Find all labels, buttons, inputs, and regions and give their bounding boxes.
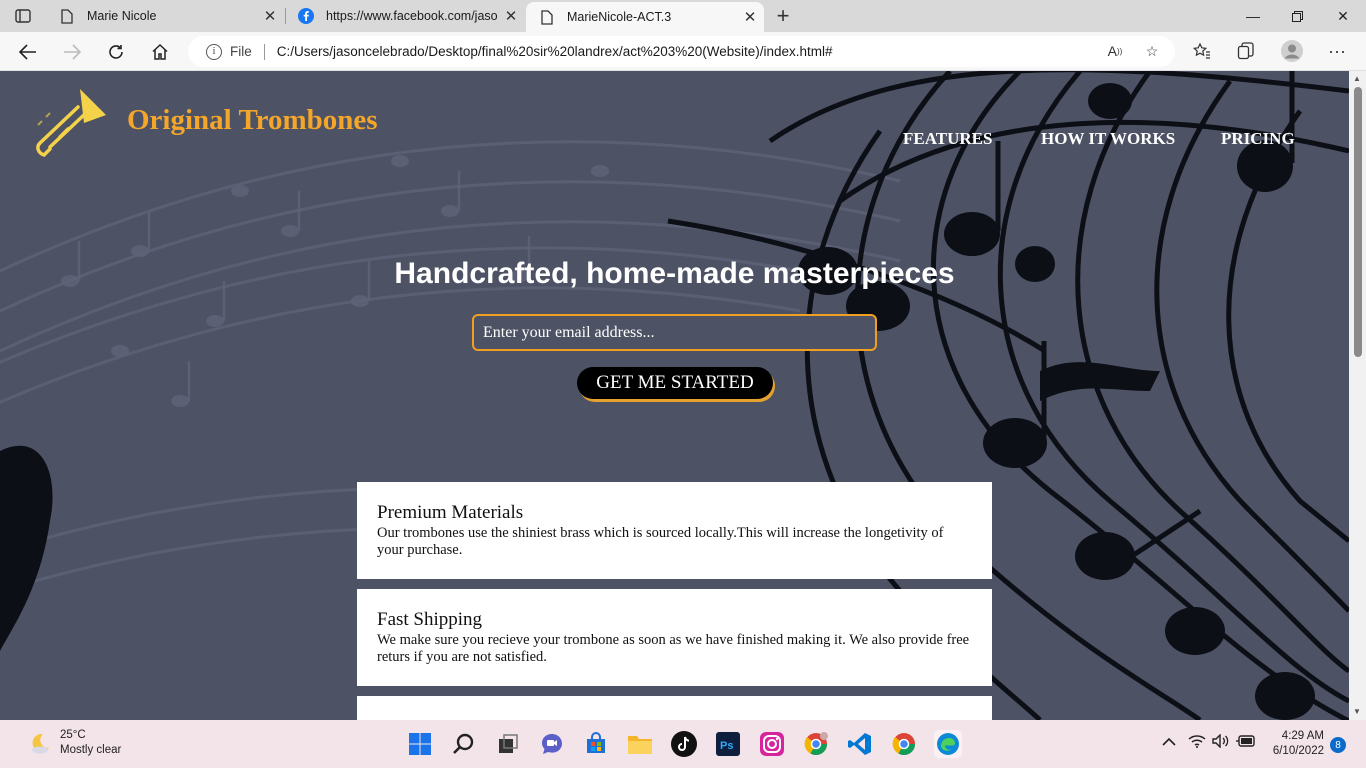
clock-date: 6/10/2022 [1272, 745, 1324, 757]
new-tab-button[interactable]: + [770, 3, 796, 29]
close-tab-icon[interactable]: ✕ [736, 3, 764, 31]
profile-avatar-icon[interactable] [1277, 36, 1307, 66]
volume-icon[interactable] [1212, 733, 1230, 751]
back-icon[interactable] [12, 36, 44, 68]
tab-strip: Marie Nicole ✕ https://www.facebook.com/… [0, 0, 1366, 32]
wifi-icon[interactable] [1188, 734, 1206, 751]
svg-text:Ps: Ps [720, 740, 733, 752]
close-tab-icon[interactable]: ✕ [256, 2, 284, 30]
collections-icon[interactable] [1231, 36, 1261, 66]
tab-marienicole-act3[interactable]: MarieNicole-ACT.3 ✕ [526, 2, 764, 32]
info-icon[interactable]: i [206, 43, 222, 60]
feature-card-fast-shipping: Fast Shipping We make sure you recieve y… [357, 589, 992, 686]
trombone-logo-icon [36, 89, 106, 158]
restore-button[interactable] [1274, 0, 1320, 32]
notification-badge[interactable]: 8 [1330, 737, 1346, 753]
feature-text: Our trombones use the shiniest brass whi… [377, 525, 944, 558]
webpage: Original Trombones FEATURES HOW IT WORKS… [0, 71, 1349, 720]
clock[interactable]: 4:29 AM 6/10/2022 [1262, 729, 1324, 759]
divider [263, 43, 265, 60]
windows-start-icon[interactable] [406, 730, 434, 758]
facebook-icon [298, 8, 314, 24]
chrome-icon[interactable] [890, 730, 918, 758]
tab-actions-icon[interactable] [10, 6, 36, 26]
page-icon [59, 8, 75, 24]
edge-icon[interactable] [934, 730, 962, 758]
tiktok-icon[interactable] [670, 730, 698, 758]
forward-icon[interactable] [56, 36, 88, 68]
refresh-icon[interactable] [100, 36, 132, 68]
feature-text: We make sure you recieve your trombone a… [377, 632, 970, 665]
show-hidden-icons-icon[interactable] [1162, 734, 1176, 750]
microsoft-store-icon[interactable] [582, 730, 610, 758]
scrollbar-thumb[interactable] [1354, 87, 1362, 357]
chat-icon[interactable] [538, 730, 566, 758]
tab-title: Marie Nicole [87, 9, 157, 23]
weather-widget[interactable]: 25°C Mostly clear [28, 728, 121, 758]
more-options-icon[interactable]: ··· [1322, 36, 1352, 66]
moon-weather-icon [32, 733, 49, 754]
tab-marie-nicole[interactable]: Marie Nicole ✕ [46, 0, 284, 32]
url-text[interactable]: C:/Users/jasoncelebrado/Desktop/final%20… [277, 44, 833, 59]
weather-temperature: 25°C [60, 729, 86, 741]
file-label: File [230, 44, 252, 59]
photoshop-icon[interactable]: Ps [714, 730, 742, 758]
close-tab-icon[interactable]: ✕ [497, 2, 525, 30]
feature-title: Premium Materials [377, 502, 524, 523]
favorites-icon[interactable] [1187, 36, 1217, 66]
clock-time: 4:29 AM [1281, 730, 1324, 742]
scroll-up-icon[interactable]: ▲ [1353, 74, 1361, 83]
minimize-button[interactable]: — [1230, 0, 1276, 32]
nav-link-how-it-works[interactable]: HOW IT WORKS [1041, 129, 1175, 149]
nav-link-pricing[interactable]: PRICING [1221, 129, 1295, 149]
search-icon[interactable] [450, 730, 478, 758]
nav-link-features[interactable]: FEATURES [903, 129, 992, 149]
taskbar: 25°C Mostly clear Ps 4:29 AM 6/10/2022 8 [0, 720, 1366, 768]
navigation-bar: i File C:/Users/jasoncelebrado/Desktop/f… [0, 32, 1366, 71]
chrome-profile-icon[interactable] [802, 730, 830, 758]
feature-card-partial [357, 696, 992, 720]
task-view-icon[interactable] [494, 730, 522, 758]
instagram-icon[interactable] [758, 730, 786, 758]
tab-title: https://www.facebook.com/jaso [326, 9, 497, 23]
scroll-down-icon[interactable]: ▼ [1353, 707, 1361, 716]
read-aloud-icon[interactable]: A)) [1100, 36, 1130, 66]
close-window-button[interactable]: ✕ [1320, 0, 1366, 32]
weather-condition: Mostly clear [60, 744, 122, 756]
file-explorer-icon[interactable] [626, 730, 654, 758]
address-bar[interactable]: i File C:/Users/jasoncelebrado/Desktop/f… [188, 36, 1175, 67]
add-favorite-icon[interactable]: ☆ [1137, 36, 1167, 66]
tab-title: MarieNicole-ACT.3 [567, 10, 672, 24]
get-started-button[interactable]: GET ME STARTED [577, 367, 773, 399]
hero-title: Handcrafted, home-made masterpieces [394, 257, 955, 290]
page-icon [539, 9, 555, 25]
tab-facebook[interactable]: https://www.facebook.com/jaso ✕ [285, 0, 525, 32]
home-icon[interactable] [144, 36, 176, 68]
email-input[interactable] [472, 314, 877, 351]
feature-title: Fast Shipping [377, 609, 483, 630]
brand-title[interactable]: Original Trombones [127, 104, 378, 137]
feature-card-premium-materials: Premium Materials Our trombones use the … [357, 482, 992, 579]
page-scrollbar[interactable]: ▲ ▼ [1349, 71, 1366, 720]
battery-icon[interactable] [1236, 734, 1256, 750]
vscode-icon[interactable] [846, 730, 874, 758]
